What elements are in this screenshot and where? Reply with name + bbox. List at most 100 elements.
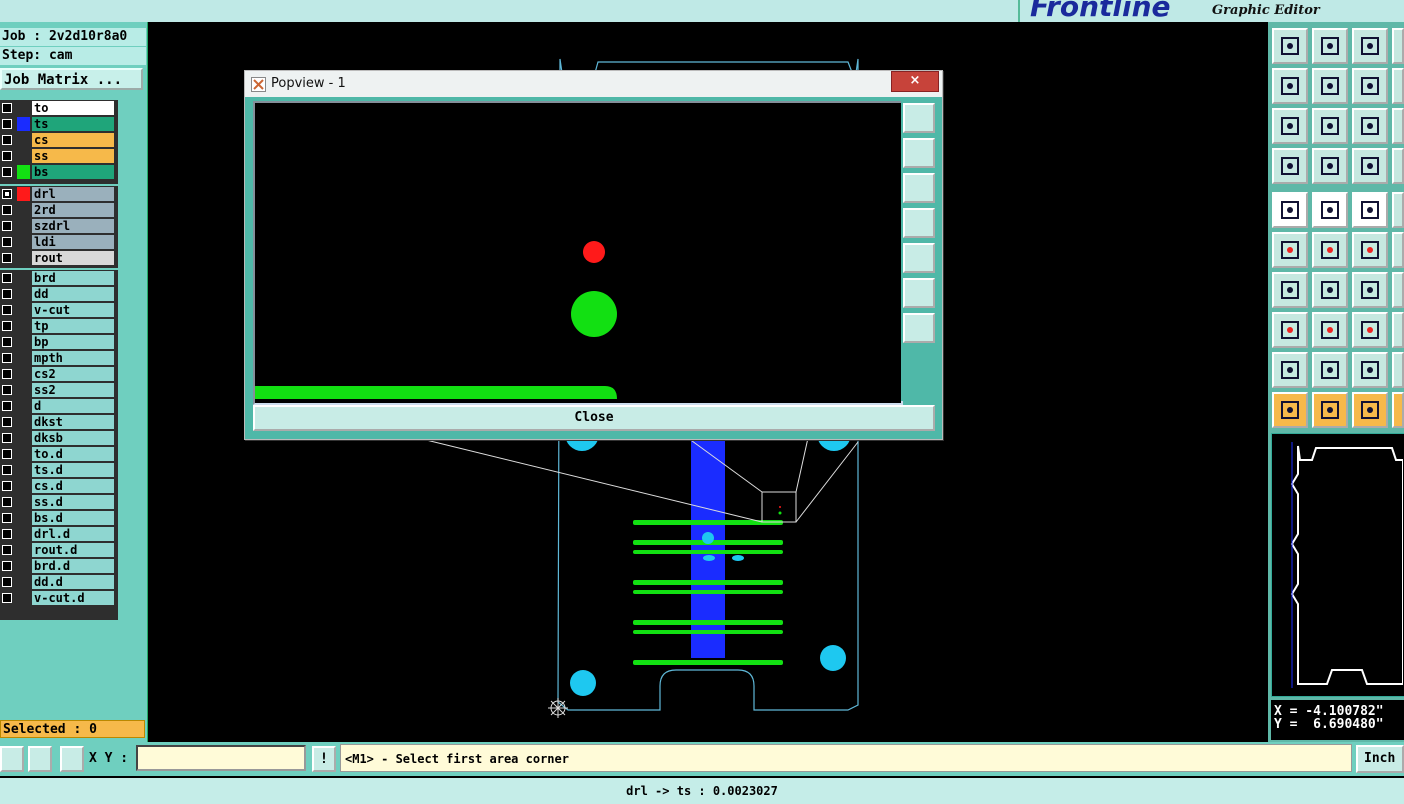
layer-checkbox[interactable] [2,305,12,315]
layer-checkbox[interactable] [2,119,12,129]
layer-name[interactable]: drl.d [32,527,114,541]
layer-checkbox[interactable] [2,513,12,523]
layer-row-d[interactable]: d [0,398,118,414]
layer-checkbox[interactable] [2,577,12,587]
line-icon[interactable] [1272,272,1308,308]
scale-icon[interactable] [1352,108,1388,144]
layer-name[interactable]: brd.d [32,559,114,573]
popup-close-button[interactable]: Close [253,405,935,431]
arc-icon[interactable] [1352,272,1388,308]
zoom-home-icon[interactable] [1272,28,1308,64]
grid-icon[interactable] [60,746,84,772]
layer-checkbox[interactable] [2,401,12,411]
ruler-icon[interactable] [1352,192,1388,228]
layer-checkbox[interactable] [2,151,12,161]
toolbar-button-partial[interactable] [1392,68,1404,104]
toolbar-button-partial[interactable] [1392,272,1404,308]
layer-row-cs2[interactable]: cs2 [0,366,118,382]
connect-icon[interactable] [1272,232,1308,268]
layer-row-ss[interactable]: ss [0,148,118,164]
layer-row-ss.d[interactable]: ss.d [0,494,118,510]
layer-name[interactable]: d [32,399,114,413]
triangle-icon[interactable] [1272,352,1308,388]
layer-name[interactable]: ts [32,117,114,131]
layer-checkbox[interactable] [2,103,12,113]
cursor-icon[interactable] [1272,392,1308,428]
layer-name[interactable]: szdrl [32,219,114,233]
popup-center-icon[interactable] [903,313,935,343]
layer-name[interactable]: bs [32,165,114,179]
layer-name[interactable]: 2rd [32,203,114,217]
layer-checkbox[interactable] [2,561,12,571]
angle-icon[interactable] [28,746,52,772]
layer-checkbox[interactable] [2,545,12,555]
layer-name[interactable]: ldi [32,235,114,249]
layer-row-ss2[interactable]: ss2 [0,382,118,398]
layer-row-bs[interactable]: bs [0,164,118,180]
toolbar-button-partial[interactable] [1392,392,1404,428]
layer-row-dkst[interactable]: dkst [0,414,118,430]
pad-icon[interactable] [1272,192,1308,228]
layer-name[interactable]: dd [32,287,114,301]
toolbar-button-partial[interactable] [1392,108,1404,144]
board-preview[interactable] [1271,433,1404,697]
layer-name[interactable]: brd [32,271,114,285]
fit-icon[interactable] [1272,108,1308,144]
move-icon[interactable] [1352,232,1388,268]
layer-name[interactable]: cs2 [32,367,114,381]
layer-row-szdrl[interactable]: szdrl [0,218,118,234]
layer-checkbox[interactable] [2,253,12,263]
layer-name[interactable]: ss2 [32,383,114,397]
layer-row-2rd[interactable]: 2rd [0,202,118,218]
layer-name[interactable]: to.d [32,447,114,461]
layer-row-brd[interactable]: brd [0,270,118,286]
toolbar-button-partial[interactable] [1392,192,1404,228]
box-icon[interactable] [1352,312,1388,348]
layer-checkbox[interactable] [2,321,12,331]
layer-name[interactable]: rout.d [32,543,114,557]
popup-canvas[interactable] [253,101,903,405]
layer-checkbox[interactable] [2,417,12,427]
popup-zoom-icon[interactable] [903,103,935,133]
layer-checkbox[interactable] [2,221,12,231]
layer-checkbox[interactable] [2,593,12,603]
layer-name[interactable]: to [32,101,114,115]
layer-checkbox[interactable] [2,167,12,177]
layer-checkbox[interactable] [2,337,12,347]
layer-checkbox[interactable] [2,189,12,199]
layer-name[interactable]: rout [32,251,114,265]
center-icon[interactable] [1312,108,1348,144]
layer-checkbox[interactable] [2,529,12,539]
toolbar-button-partial[interactable] [1392,148,1404,184]
layer-checkbox[interactable] [2,369,12,379]
toolbar-button-partial[interactable] [1392,312,1404,348]
grid-icon[interactable] [1312,148,1348,184]
layer-row-bs.d[interactable]: bs.d [0,510,118,526]
layer-row-dksb[interactable]: dksb [0,430,118,446]
layer-row-drl.d[interactable]: drl.d [0,526,118,542]
layer-name[interactable]: dksb [32,431,114,445]
popup-close-icon[interactable]: × [891,71,939,92]
popup-up-icon[interactable] [903,138,935,168]
job-matrix-button[interactable]: Job Matrix ... [0,68,143,90]
layer-name[interactable]: tp [32,319,114,333]
layer-name[interactable]: bs.d [32,511,114,525]
edit-line-icon[interactable] [1312,312,1348,348]
unit-button[interactable]: Inch [1356,745,1404,773]
layer-checkbox[interactable] [2,205,12,215]
home-icon[interactable] [1352,28,1388,64]
layer-name[interactable]: drl [32,187,114,201]
layer-checkbox[interactable] [2,353,12,363]
layer-row-rout[interactable]: rout [0,250,118,266]
toolbar-button-partial[interactable] [1392,352,1404,388]
layer-checkbox[interactable] [2,289,12,299]
toolbar-button-partial[interactable] [1392,232,1404,268]
popup-left-icon[interactable] [903,208,935,238]
layer-row-v-cut.d[interactable]: v-cut.d [0,590,118,606]
triangle3-icon[interactable] [1352,352,1388,388]
triangle2-icon[interactable] [1312,352,1348,388]
select-area-icon[interactable] [1312,192,1348,228]
popup-titlebar[interactable]: Popview - 1 × [245,71,942,97]
layer-row-drl[interactable]: drl [0,186,118,202]
layer-checkbox[interactable] [2,497,12,507]
